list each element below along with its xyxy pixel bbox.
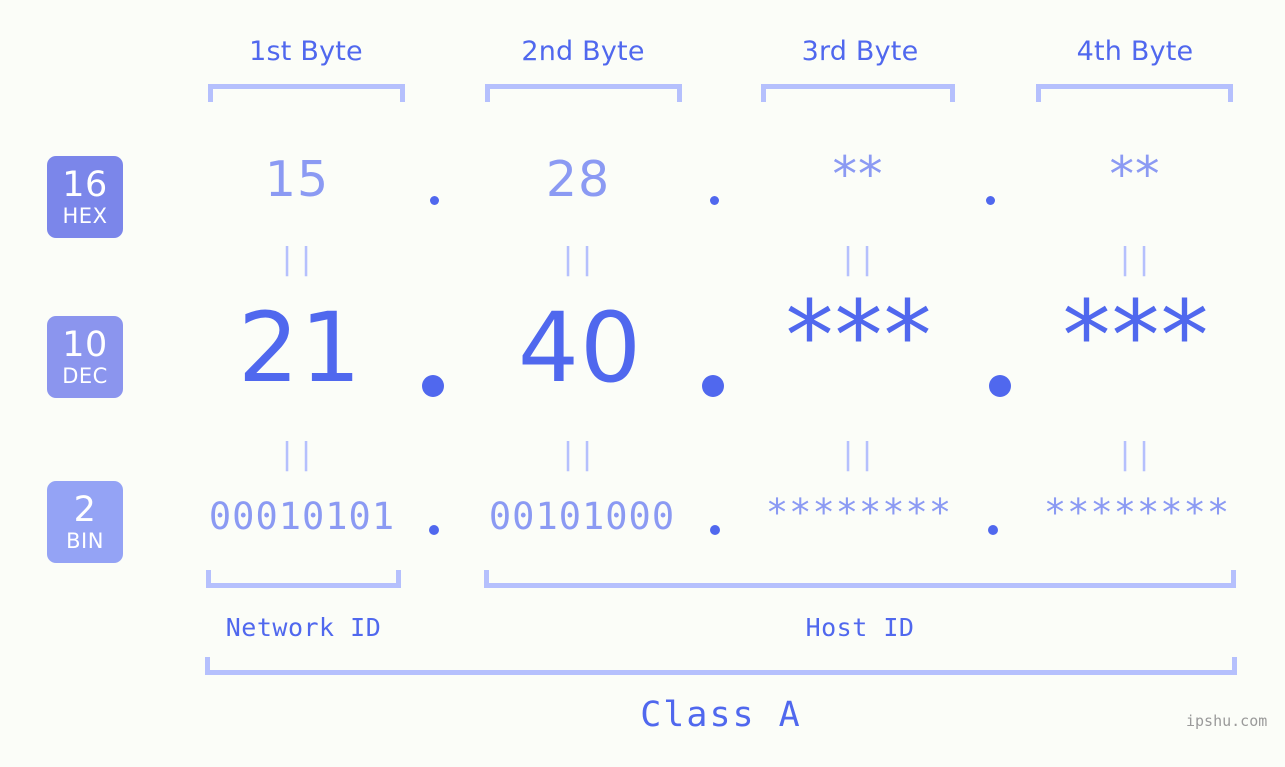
hex-separator-dot-1 xyxy=(430,196,439,205)
dec-byte-value-2: 40 xyxy=(517,292,643,404)
hex-byte-value-2: 28 xyxy=(545,151,611,208)
hex-separator-dot-3 xyxy=(986,196,995,205)
bin-separator-dot-1 xyxy=(429,525,439,535)
bin-separator-dot-2 xyxy=(710,525,720,535)
dec-separator-dot-2 xyxy=(702,375,724,397)
dec-byte-value-4: *** xyxy=(1062,280,1210,392)
network-id-label: Network ID xyxy=(225,613,382,642)
dec-separator-dot-3 xyxy=(989,375,1011,397)
base-badge-dec-unit: DEC xyxy=(62,363,108,388)
host-id-label: Host ID xyxy=(805,613,915,642)
bin-separator-dot-3 xyxy=(988,525,998,535)
equals-mark-hex-dec-4: || xyxy=(1115,242,1155,277)
base-badge-bin: 2 BIN xyxy=(47,481,123,563)
hex-byte-value-4: ** xyxy=(1109,146,1161,203)
base-badge-dec-number: 10 xyxy=(62,324,108,365)
byte-header-label-4: 4th Byte xyxy=(1076,36,1194,67)
bin-byte-value-2: 00101000 xyxy=(488,495,676,538)
class-label: Class A xyxy=(640,695,802,735)
byte-bracket-top-2 xyxy=(485,84,682,102)
base-badge-bin-unit: BIN xyxy=(66,528,104,553)
dec-separator-dot-1 xyxy=(422,375,444,397)
equals-mark-dec-bin-3: || xyxy=(838,437,878,472)
base-badge-hex: 16 HEX xyxy=(47,156,123,238)
network-id-bracket xyxy=(206,570,401,588)
bin-byte-value-1: 00010101 xyxy=(208,495,396,538)
bin-byte-value-4: ******** xyxy=(1043,491,1231,534)
site-watermark: ipshu.com xyxy=(1186,712,1268,730)
equals-mark-hex-dec-1: || xyxy=(277,242,317,277)
host-id-bracket xyxy=(484,570,1236,588)
class-bracket xyxy=(205,657,1237,675)
equals-mark-dec-bin-4: || xyxy=(1115,437,1155,472)
byte-bracket-top-3 xyxy=(761,84,955,102)
byte-header-label-2: 2nd Byte xyxy=(521,36,645,67)
equals-mark-dec-bin-2: || xyxy=(558,437,598,472)
byte-header-label-1: 1st Byte xyxy=(249,36,363,67)
dec-byte-value-1: 21 xyxy=(237,292,363,404)
hex-byte-value-1: 15 xyxy=(264,151,330,208)
base-badge-bin-number: 2 xyxy=(73,489,97,530)
equals-mark-dec-bin-1: || xyxy=(277,437,317,472)
equals-mark-hex-dec-2: || xyxy=(558,242,598,277)
base-badge-dec: 10 DEC xyxy=(47,316,123,398)
ip-byte-breakdown-diagram: 1st Byte 2nd Byte 3rd Byte 4th Byte 16 H… xyxy=(0,0,1285,767)
byte-bracket-top-1 xyxy=(208,84,405,102)
base-badge-hex-unit: HEX xyxy=(62,203,108,228)
byte-header-label-3: 3rd Byte xyxy=(801,36,919,67)
dec-byte-value-3: *** xyxy=(785,280,933,392)
byte-bracket-top-4 xyxy=(1036,84,1233,102)
base-badge-hex-number: 16 xyxy=(62,164,108,205)
hex-separator-dot-2 xyxy=(710,196,719,205)
hex-byte-value-3: ** xyxy=(832,146,884,203)
equals-mark-hex-dec-3: || xyxy=(838,242,878,277)
bin-byte-value-3: ******** xyxy=(765,491,953,534)
